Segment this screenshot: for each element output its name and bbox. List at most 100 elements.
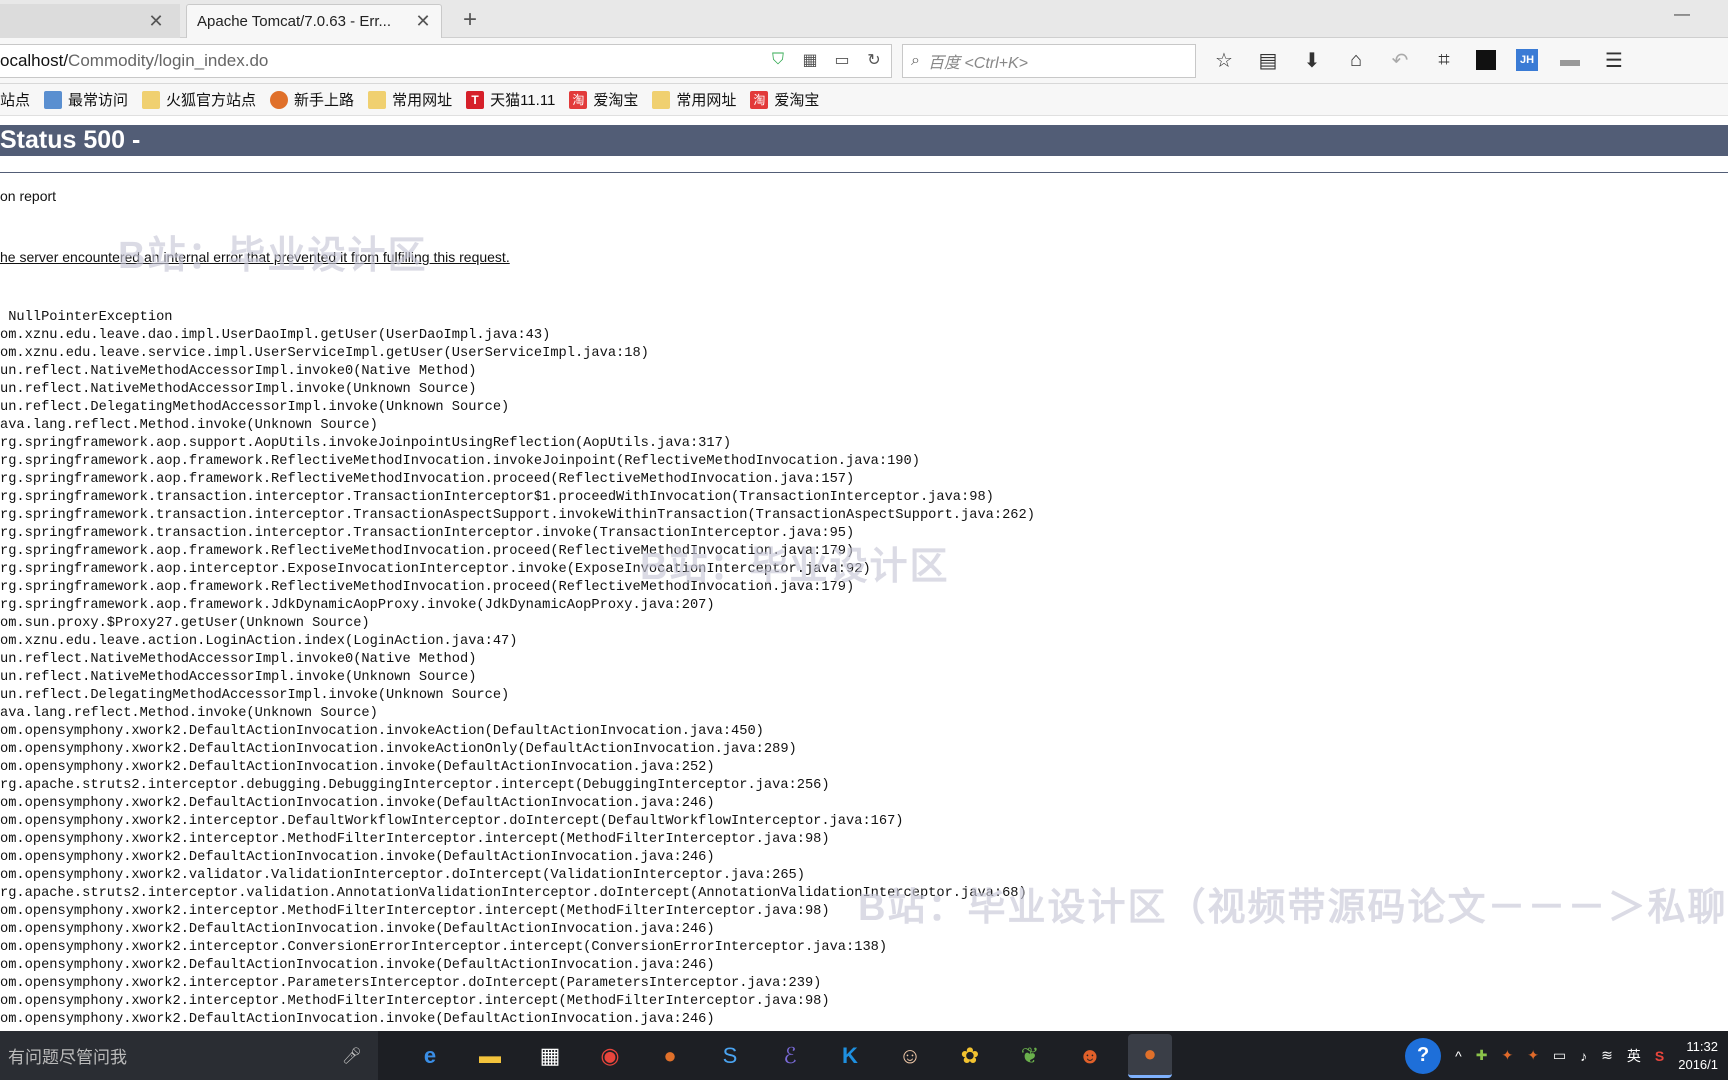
reload-icon[interactable]: ↻ <box>863 49 885 71</box>
chevron-up-icon[interactable]: ^ <box>1455 1048 1462 1064</box>
url-path: Commodity/login_index.do <box>68 51 269 70</box>
search-placeholder: 百度 <Ctrl+K> <box>927 55 1029 72</box>
paw-app-icon[interactable]: ✿ <box>948 1034 992 1078</box>
search-input[interactable]: ⌕ 百度 <Ctrl+K> <box>902 44 1196 78</box>
stack-trace-line: rg.apache.struts2.interceptor.debugging.… <box>0 778 830 793</box>
stack-trace-line: un.reflect.DelegatingMethodAccessorImpl.… <box>0 688 510 703</box>
folder-icon <box>368 90 387 109</box>
game-app-icon[interactable]: ☻ <box>1068 1034 1112 1078</box>
stack-trace-line: om.opensymphony.xwork2.interceptor.Conve… <box>0 940 888 955</box>
watermark: B站：毕业设计区 <box>118 235 428 277</box>
stack-trace-line: ava.lang.reflect.Method.invoke(Unknown S… <box>0 706 378 721</box>
system-tray: ? ^ ✚ ✦ ✦ ▭ ♪ ≋ 英 S 11:32 2016/1 <box>1405 1031 1728 1080</box>
avatar-app-icon[interactable]: ☺ <box>888 1034 932 1078</box>
home-icon[interactable]: ⌂ <box>1344 48 1368 72</box>
bookmark-label: 爱淘宝 <box>774 92 820 109</box>
new-tab-button[interactable]: + <box>458 6 482 34</box>
crop-icon[interactable]: ⌗ <box>1432 48 1456 72</box>
file-explorer-icon[interactable]: ▬ <box>468 1034 512 1078</box>
extension-icon[interactable]: ▬ <box>1558 48 1582 72</box>
bookmark-item[interactable]: 常用网址 <box>652 89 736 110</box>
k-app-icon[interactable]: K <box>828 1034 872 1078</box>
taskbar-search-input[interactable]: 有问题尽管问我 🎤︎ <box>0 1031 378 1080</box>
address-bar[interactable]: ocalhost/Commodity/login_index.do ⛉ ▦ ▭ … <box>0 44 892 78</box>
stack-trace-line: om.xznu.edu.leave.dao.impl.UserDaoImpl.g… <box>0 328 551 343</box>
black-square-icon[interactable] <box>1476 50 1496 70</box>
qr-code-icon[interactable]: ▦ <box>799 49 821 71</box>
bookmark-item[interactable]: 淘爱淘宝 <box>750 89 819 110</box>
tab-strip: ✕ Apache Tomcat/7.0.63 - Err... ✕ + — <box>0 0 1728 38</box>
taskbar: 有问题尽管问我 🎤︎ e ▬ ▦ ◉ ● S ℰ K ☺ ✿ ❦ ☻ ● ? ^… <box>0 1031 1728 1080</box>
bookmark-item[interactable]: 站点 <box>0 89 30 110</box>
minimize-icon[interactable]: — <box>1674 6 1690 24</box>
bookmark-label: 新手上路 <box>294 92 355 109</box>
bookmarks-list-icon[interactable]: ▤ <box>1256 48 1280 72</box>
watermark: B站：毕业设计区（视频带源码论文－－－＞私聊） <box>858 887 1728 929</box>
chrome-icon[interactable]: ◉ <box>588 1034 632 1078</box>
divider <box>0 172 1728 173</box>
firefox-active-icon[interactable]: ● <box>1128 1033 1172 1078</box>
stack-trace-line: un.reflect.NativeMethodAccessorImpl.invo… <box>0 670 477 685</box>
sogou-tray-icon[interactable]: S <box>1655 1048 1664 1064</box>
stack-trace-line: om.opensymphony.xwork2.DefaultActionInvo… <box>0 958 715 973</box>
bookmark-label: 火狐官方站点 <box>166 92 257 109</box>
shield-icon[interactable]: ⛉ <box>767 49 789 71</box>
download-icon[interactable]: ⬇ <box>1300 48 1324 72</box>
jh-extension-icon[interactable]: JH <box>1516 49 1538 71</box>
stack-trace-line: om.opensymphony.xwork2.interceptor.Param… <box>0 976 822 991</box>
stack-trace-line: rg.springframework.aop.framework.Reflect… <box>0 472 855 487</box>
edge-icon[interactable]: e <box>408 1034 452 1078</box>
tmall-icon: T <box>466 90 485 109</box>
bookmark-star-icon[interactable]: ☆ <box>1212 48 1236 72</box>
volume-icon[interactable]: ♪ <box>1580 1048 1587 1064</box>
stack-trace-line: om.opensymphony.xwork2.DefaultActionInvo… <box>0 850 715 865</box>
clock[interactable]: 11:32 2016/1 <box>1678 1038 1718 1074</box>
spring-icon[interactable]: ❦ <box>1008 1034 1052 1078</box>
eclipse-icon[interactable]: ℰ <box>768 1034 812 1078</box>
stack-trace-line: un.reflect.NativeMethodAccessorImpl.invo… <box>0 364 477 379</box>
stack-trace-line: rg.springframework.aop.support.AopUtils.… <box>0 436 732 451</box>
bookmark-item[interactable]: 火狐官方站点 <box>142 89 256 110</box>
search-icon: ⌕ <box>911 52 920 69</box>
app-tray-icon[interactable]: ✦ <box>1501 1047 1513 1064</box>
app-tray-icon[interactable]: ✦ <box>1527 1047 1539 1064</box>
taskbar-search-placeholder: 有问题尽管问我 <box>8 1048 127 1067</box>
bookmark-label: 爱淘宝 <box>593 92 639 109</box>
bookmark-item[interactable]: 最常访问 <box>44 89 128 110</box>
sogou-icon[interactable]: S <box>708 1034 752 1078</box>
url-host: ocalhost/ <box>0 51 69 70</box>
most-visited-icon <box>44 90 63 109</box>
plus-icon[interactable]: ✚ <box>1476 1047 1488 1064</box>
tab-tomcat-error[interactable]: Apache Tomcat/7.0.63 - Err... ✕ <box>186 4 442 38</box>
stack-trace-line: om.opensymphony.xwork2.DefaultActionInvo… <box>0 796 715 811</box>
microphone-icon[interactable]: 🎤︎ <box>342 1046 362 1066</box>
ime-indicator[interactable]: 英 <box>1627 1046 1641 1066</box>
bookmark-label: 天猫11.11 <box>490 92 556 109</box>
undo-icon[interactable]: ↶ <box>1388 48 1412 72</box>
bookmark-item[interactable]: T 天猫11.11 <box>466 89 555 110</box>
reader-view-icon[interactable]: ▭ <box>831 49 853 71</box>
stack-trace-line: NullPointerException <box>0 310 173 325</box>
wifi-icon[interactable]: ≋ <box>1601 1047 1613 1064</box>
clock-date: 2016/1 <box>1678 1056 1718 1072</box>
close-icon[interactable]: ✕ <box>146 11 166 31</box>
store-icon[interactable]: ▦ <box>528 1034 572 1078</box>
stack-trace-line: om.opensymphony.xwork2.DefaultActionInvo… <box>0 760 715 775</box>
taobao-icon: 淘 <box>750 90 769 109</box>
help-icon[interactable]: ? <box>1405 1037 1442 1074</box>
stack-trace-line: om.opensymphony.xwork2.interceptor.Defau… <box>0 814 904 829</box>
stack-trace-line: om.opensymphony.xwork2.DefaultActionInvo… <box>0 724 764 739</box>
bookmark-item[interactable]: 新手上路 <box>270 89 354 110</box>
bookmark-item[interactable]: 常用网址 <box>368 89 452 110</box>
stack-trace-line: rg.springframework.aop.framework.Reflect… <box>0 454 920 469</box>
stack-trace-line: om.xznu.edu.leave.service.impl.UserServi… <box>0 346 649 361</box>
firefox-icon[interactable]: ● <box>648 1034 692 1078</box>
tab-previous[interactable]: ✕ <box>0 4 180 38</box>
menu-icon[interactable]: ☰ <box>1602 48 1626 72</box>
taobao-icon: 淘 <box>569 90 588 109</box>
stack-trace-line: ava.lang.reflect.Method.invoke(Unknown S… <box>0 418 378 433</box>
battery-icon[interactable]: ▭ <box>1553 1047 1566 1064</box>
folder-icon <box>652 90 671 109</box>
close-icon[interactable]: ✕ <box>413 11 433 32</box>
bookmark-item[interactable]: 淘爱淘宝 <box>569 89 638 110</box>
